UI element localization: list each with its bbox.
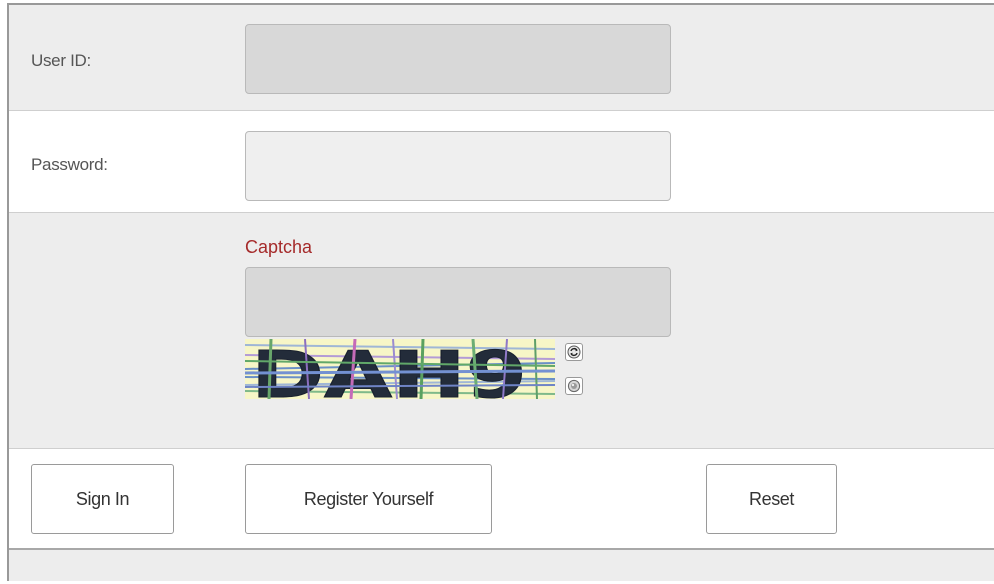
captcha-input[interactable] (245, 267, 671, 337)
user-id-row: User ID: (9, 5, 994, 111)
captcha-row: Captcha DAH9 (9, 213, 994, 449)
register-button[interactable]: Register Yourself (245, 464, 492, 534)
password-label: Password: (31, 155, 108, 174)
login-form: User ID: Password: Captcha DAH9 Sign In … (7, 3, 994, 581)
form-footer (9, 550, 994, 581)
refresh-icon[interactable] (565, 343, 583, 361)
sign-in-button[interactable]: Sign In (31, 464, 174, 534)
password-row: Password: (9, 111, 994, 213)
reset-button[interactable]: Reset (706, 464, 837, 534)
captcha-text: DAH9 (251, 339, 527, 399)
password-input[interactable] (245, 131, 671, 201)
user-id-input[interactable] (245, 24, 671, 94)
audio-icon[interactable] (565, 377, 583, 395)
captcha-image: DAH9 (245, 339, 555, 399)
captcha-label: Captcha (245, 237, 313, 257)
actions-row: Sign In Register Yourself Reset (9, 449, 994, 550)
user-id-label: User ID: (31, 51, 91, 70)
